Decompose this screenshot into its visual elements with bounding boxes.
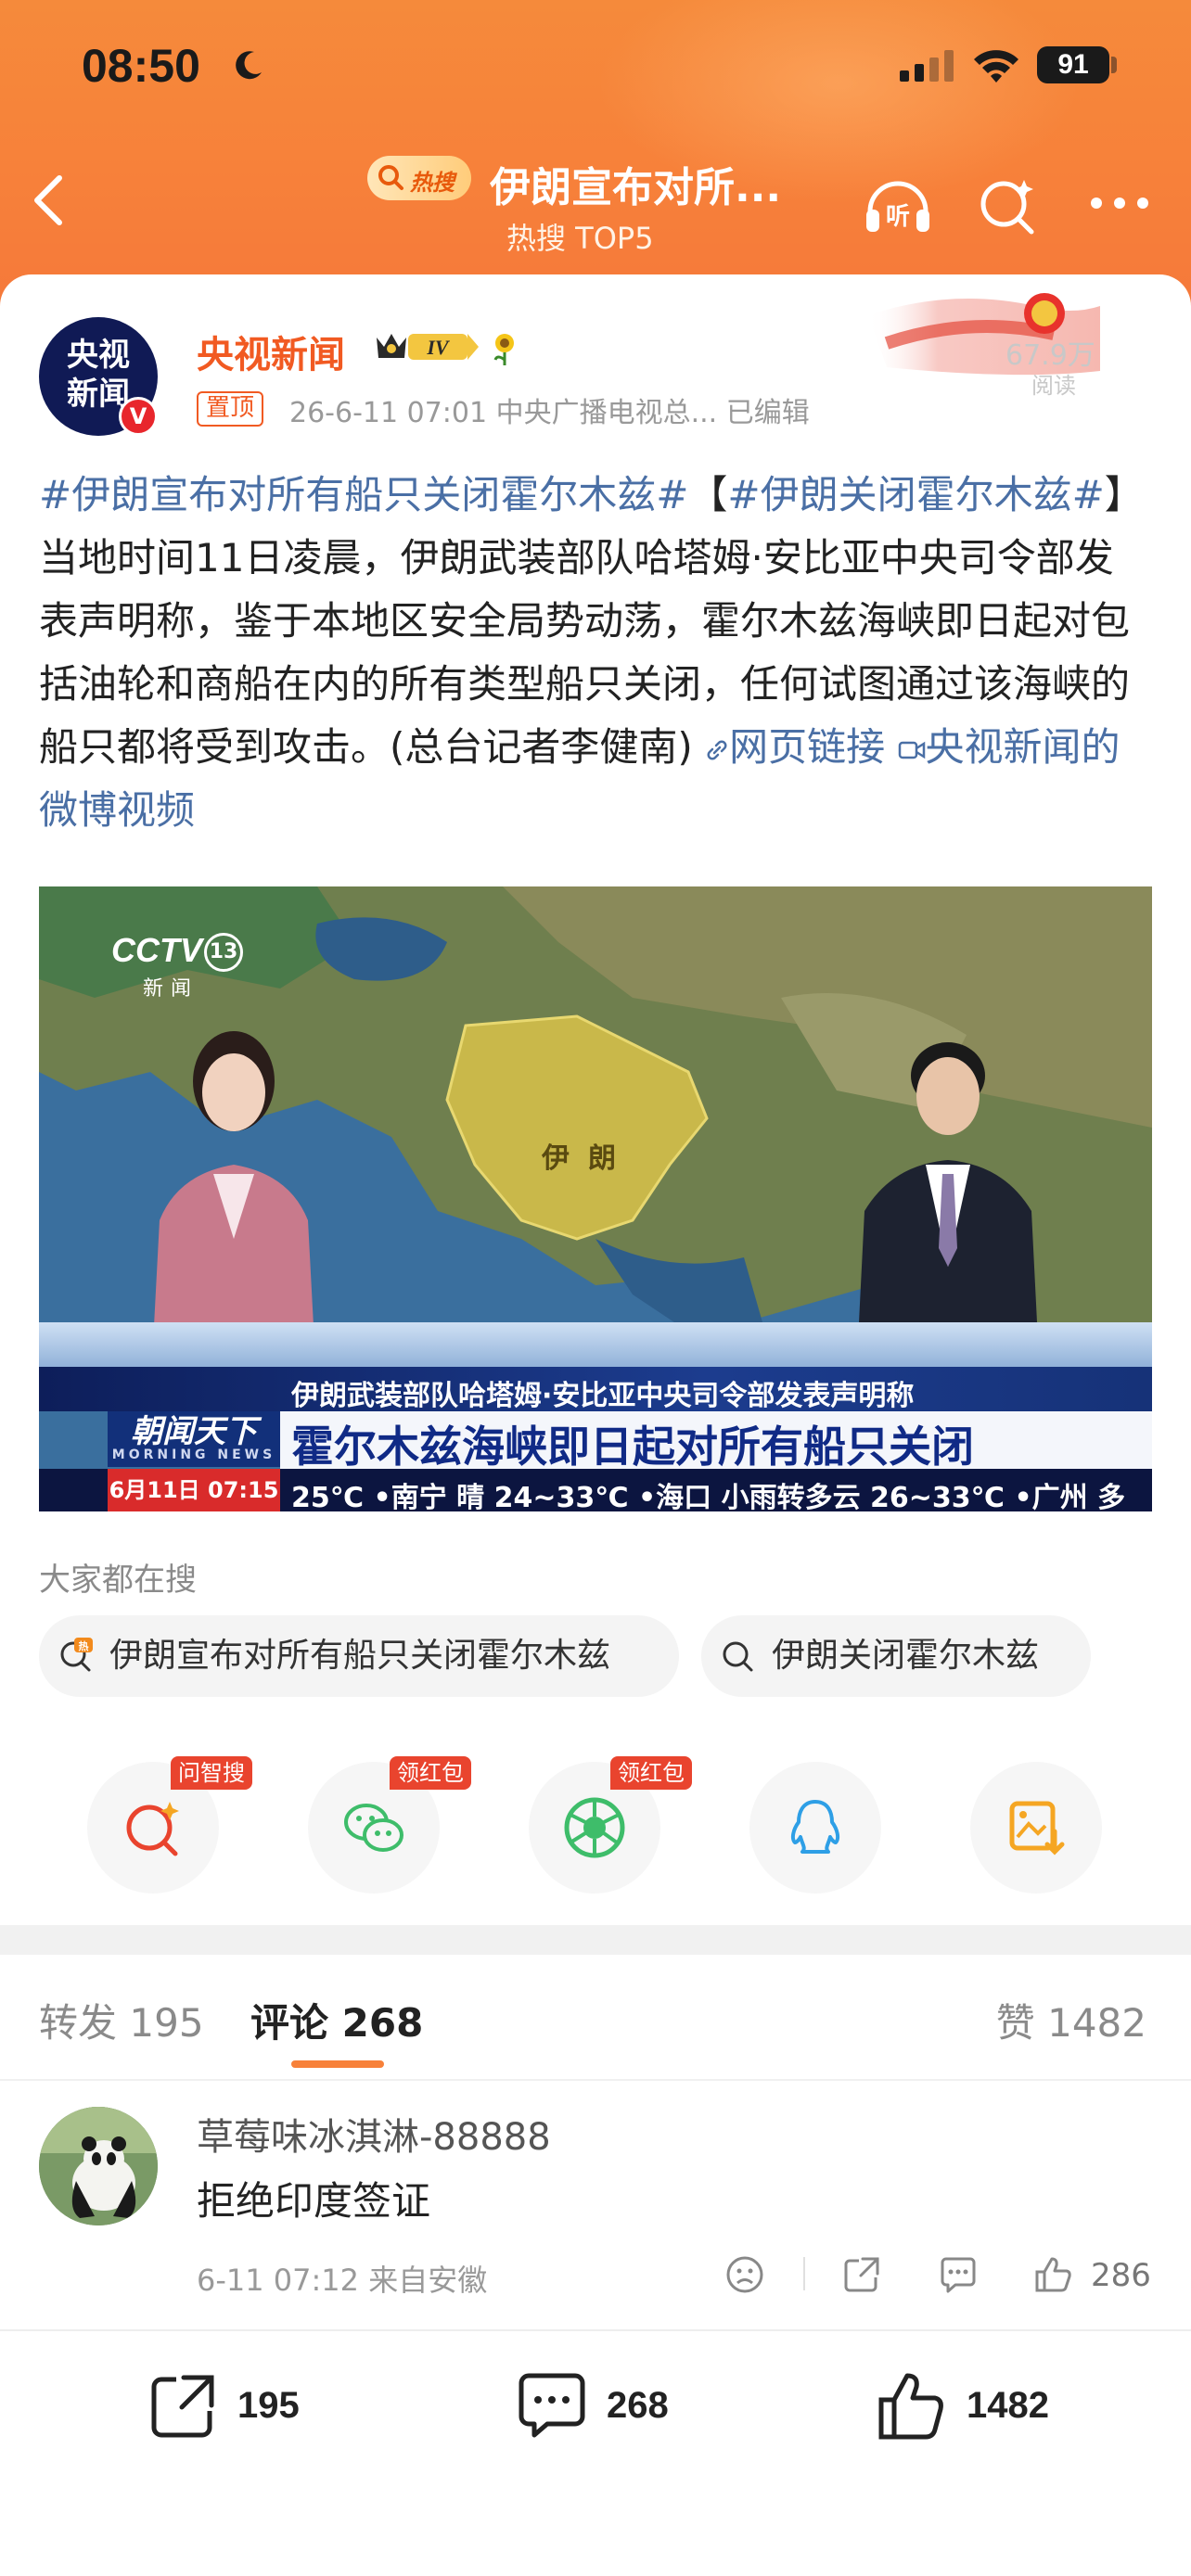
- cctv-logo: CCTV: [111, 931, 202, 969]
- sunflower-icon: [493, 334, 514, 365]
- verified-badge-icon: V: [119, 397, 158, 436]
- show-logo: 朝闻天下 MORNING NEWS: [108, 1411, 280, 1467]
- nav-title-area: 热搜 伊朗宣布对所... 热搜 TOP5: [367, 154, 887, 256]
- comment-meta: 6-11 07:12 来自安徽: [197, 2263, 488, 2298]
- battery-indicator: 91: [1037, 46, 1109, 83]
- tab-comment[interactable]: 评论 268: [250, 1992, 423, 2048]
- ai-search-icon: [126, 1802, 179, 1856]
- active-tab-indicator: [291, 2060, 384, 2068]
- tab-comment-label: 评论: [250, 2000, 329, 2046]
- tab-repost-label: 转发: [39, 2000, 118, 2046]
- author-name[interactable]: 央视新闻: [197, 325, 345, 378]
- qq-share-button[interactable]: [749, 1762, 881, 1894]
- related-search-chip[interactable]: 伊朗关闭霍尔木兹: [701, 1615, 1091, 1697]
- related-search-title: 大家都在搜: [39, 1562, 197, 1599]
- battery-tip: [1111, 57, 1117, 73]
- back-arrow-icon[interactable]: [28, 172, 69, 228]
- read-label: 阅读: [1031, 373, 1076, 399]
- ticker-top-text: 伊朗武装部队哈塔姆·安比亚中央司令部发表声明称: [291, 1380, 915, 1412]
- status-time: 08:50: [82, 40, 200, 92]
- save-image-button[interactable]: [970, 1762, 1102, 1894]
- show-subtitle: MORNING NEWS: [111, 1447, 276, 1462]
- comment-separator: [0, 2329, 1191, 2331]
- like-thumb-icon: [878, 2373, 943, 2440]
- nav-subtitle: 热搜 TOP5: [506, 221, 654, 256]
- hashtag-link[interactable]: #伊朗宣布对所有船只关闭霍尔木兹#: [39, 472, 688, 517]
- comment-like-count: 286: [1091, 2257, 1151, 2294]
- channel-subtitle: 新闻: [143, 977, 199, 1001]
- share-tag: 领红包: [610, 1756, 692, 1790]
- comment-icon: [519, 2373, 585, 2438]
- ai-search-icon[interactable]: [978, 172, 1039, 237]
- comment-text: 拒绝印度签证: [197, 2178, 431, 2224]
- svg-text:热: 热: [79, 1639, 89, 1652]
- action-divider: [803, 2257, 805, 2290]
- video-player[interactable]: CCTV 13 新闻 伊朗 伊朗武装部队哈塔姆·安比亚中央司令部发表声明称 霍尔…: [39, 886, 1152, 1511]
- listen-headphones-icon[interactable]: 听: [861, 172, 935, 237]
- qq-icon: [790, 1800, 840, 1854]
- tab-like[interactable]: 赞 1482: [996, 1992, 1146, 2048]
- ticker-weather: 25℃ •南宁 晴 24~33℃ •海口 小雨转多云 26~33℃ •广州 多: [291, 1482, 1126, 1511]
- bracket-open: 【: [688, 472, 728, 517]
- tab-repost[interactable]: 转发 195: [39, 1992, 204, 2048]
- svg-text:IV: IV: [426, 336, 451, 359]
- nav-title: 伊朗宣布对所...: [490, 164, 782, 211]
- section-separator: [0, 1925, 1191, 1955]
- tab-like-count: 1482: [1047, 2000, 1146, 2046]
- post-meta: 26-6-11 07:01 中央广播电视总... 已编辑: [289, 397, 810, 429]
- channel-number: 13: [204, 933, 243, 972]
- tab-comment-count: 268: [341, 2000, 424, 2046]
- crown-level-badge-icon: IV: [377, 334, 479, 360]
- web-link[interactable]: 网页链接: [705, 724, 885, 770]
- search-icon: [378, 165, 403, 190]
- repost-count: 195: [237, 2385, 300, 2426]
- link-icon: [707, 740, 727, 759]
- pinned-badge: 置顶: [197, 391, 264, 427]
- like-count: 1482: [967, 2385, 1049, 2426]
- status-bar: 08:50 91: [0, 0, 1191, 130]
- chip-label: 伊朗关闭霍尔木兹: [772, 1637, 1040, 1675]
- ticker-headline: 霍尔木兹海峡即日起对所有船只关闭: [291, 1422, 974, 1472]
- hot-search-icon: 热: [60, 1638, 93, 1672]
- news-desk: [39, 1322, 1152, 1369]
- moments-icon: [564, 1797, 625, 1858]
- tab-like-label: 赞: [995, 2000, 1035, 2046]
- web-link-label: 网页链接: [729, 724, 886, 770]
- commenter-avatar[interactable]: [39, 2107, 158, 2225]
- image-download-icon: [1009, 1801, 1065, 1855]
- commenter-name[interactable]: 草莓味冰淇淋-88888: [197, 2107, 551, 2161]
- hashtag-link[interactable]: #伊朗关闭霍尔木兹#: [727, 472, 1104, 517]
- post-text: #伊朗宣布对所有船只关闭霍尔木兹#【#伊朗关闭霍尔木兹#】当地时间11日凌晨，伊…: [39, 464, 1152, 842]
- search-icon: [723, 1641, 753, 1672]
- moon-icon: [236, 51, 262, 80]
- svg-text:听: 听: [886, 203, 910, 231]
- comment-like-icon[interactable]: [1031, 2253, 1074, 2296]
- comment-count: 268: [607, 2385, 669, 2426]
- panda-avatar-image: [39, 2107, 158, 2225]
- map-label: 伊朗: [542, 1142, 634, 1175]
- more-options-icon[interactable]: [1089, 193, 1150, 213]
- share-tag: 领红包: [390, 1756, 471, 1790]
- wechat-icon: [344, 1804, 403, 1852]
- tab-separator: [0, 2079, 1191, 2081]
- chip-label: 伊朗宣布对所有船只关闭霍尔木兹: [109, 1637, 611, 1675]
- hot-search-badge: 热搜: [367, 156, 471, 200]
- related-search-chip[interactable]: 热 伊朗宣布对所有船只关闭霍尔木兹: [39, 1615, 679, 1697]
- cellular-signal-icon: [900, 50, 954, 82]
- comment-reply-icon[interactable]: [937, 2253, 980, 2296]
- hot-badge-label: 热搜: [410, 170, 455, 196]
- comment-share-icon[interactable]: [840, 2253, 883, 2296]
- dislike-face-icon[interactable]: [724, 2253, 766, 2296]
- video-icon: [898, 741, 925, 759]
- share-tag: 问智搜: [171, 1756, 252, 1790]
- ticker-date: 6月11日 07:15: [108, 1469, 280, 1511]
- tab-repost-count: 195: [129, 2000, 204, 2046]
- wifi-icon: [974, 50, 1018, 83]
- repost-icon: [151, 2375, 214, 2438]
- show-name: 朝闻天下: [131, 1413, 257, 1450]
